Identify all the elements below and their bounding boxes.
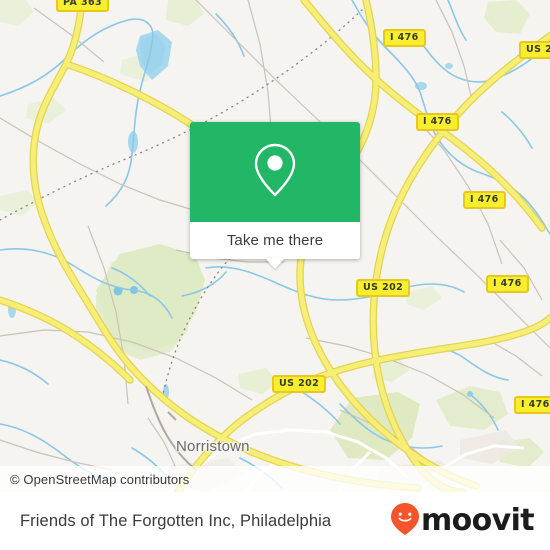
map-screenshot: PA 363 I 476 US 20 I 476 I 476 US 202 I … — [0, 0, 550, 550]
take-me-there-button[interactable]: Take me there — [190, 222, 360, 269]
take-me-there-label: Take me there — [226, 232, 324, 249]
road-shield: US 202 — [356, 279, 411, 297]
location-title: Friends of The Forgotten Inc, Philadelph… — [20, 511, 332, 530]
moovit-smiley-pin-icon — [390, 502, 420, 541]
road-shield: I 476 — [486, 275, 529, 293]
location-popup-card[interactable]: Take me there — [190, 122, 360, 269]
road-shield: I 476 — [514, 396, 550, 414]
road-shield: I 476 — [463, 191, 506, 209]
footer-bar: Friends of The Forgotten Inc, Philadelph… — [0, 492, 550, 550]
road-shield: US 20 — [519, 41, 550, 59]
attribution-text[interactable]: © OpenStreetMap contributors — [10, 472, 189, 487]
popup-pointer — [265, 258, 285, 269]
road-shield: I 476 — [416, 113, 459, 131]
map-canvas[interactable]: PA 363 I 476 US 20 I 476 I 476 US 202 I … — [0, 0, 550, 492]
road-shield: US 202 — [272, 375, 327, 393]
road-shield: PA 363 — [56, 0, 109, 12]
moovit-wordmark: moovit — [420, 503, 535, 538]
map-pin-icon — [251, 141, 299, 204]
place-label-norristown: Norristown — [176, 438, 250, 455]
popup-icon-area — [190, 122, 360, 222]
road-shield: I 476 — [383, 29, 426, 47]
map-attribution-bar: © OpenStreetMap contributors — [0, 466, 550, 492]
moovit-logo[interactable]: moovit — [390, 502, 535, 541]
